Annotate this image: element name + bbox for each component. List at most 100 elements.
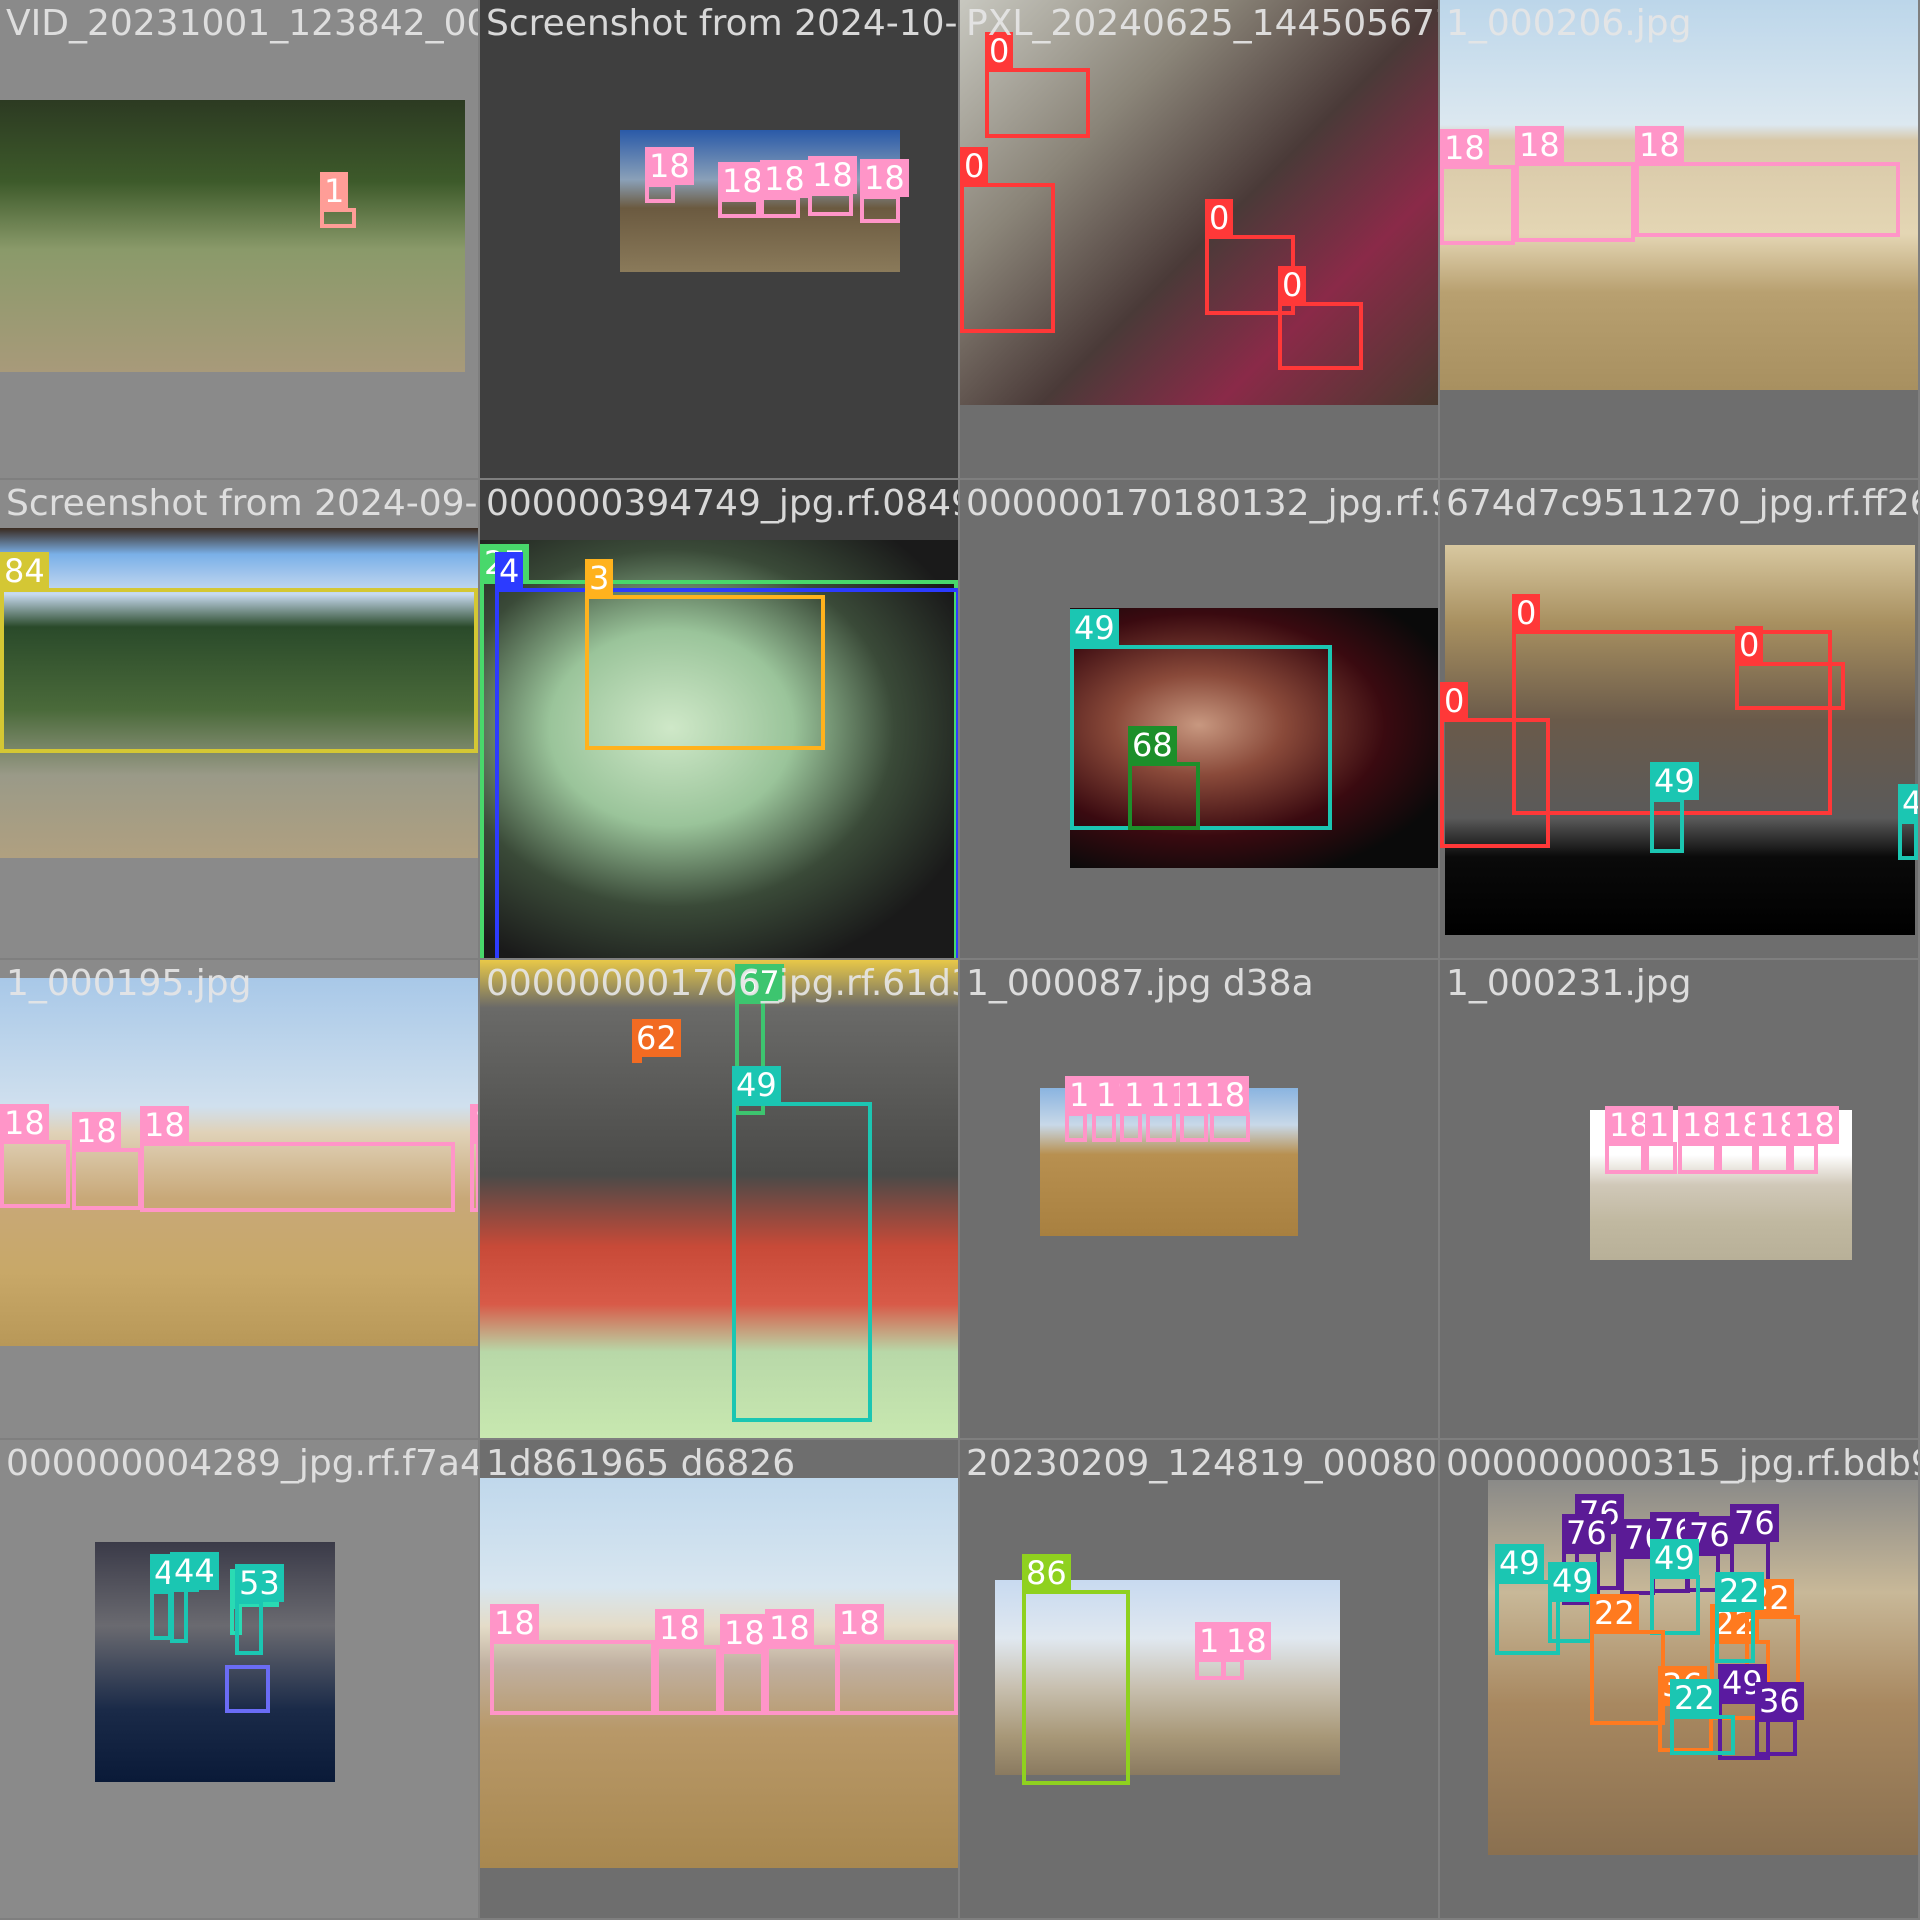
mosaic-tile[interactable]: 111111181181_000087.jpg d38a [960, 960, 1440, 1440]
detection-box: 68 [1128, 726, 1200, 830]
detection-box: 18 [72, 1112, 142, 1210]
detection-box: 18 [760, 160, 809, 218]
mosaic-tile[interactable]: 18 18 18 18 18 1d861965 d6826 [480, 1440, 960, 1920]
class-label: 4 [495, 552, 524, 590]
class-label: 49 [1650, 762, 1699, 800]
detection-box: 1 [320, 172, 356, 228]
tile-filename: 000000170180132_jpg.rf.9fbcdb [966, 483, 1438, 524]
tile-filename: 1d861965 d6826 [486, 1443, 796, 1484]
tile-filename: 000000394749_jpg.rf.0849 [486, 483, 960, 524]
class-label: 62 [632, 1019, 681, 1057]
detection-box: 18 [1718, 1106, 1767, 1174]
class-label: 18 [720, 1614, 769, 1652]
mosaic-tile[interactable]: 18 18 18 18 18 Screenshot from 2024-10-11 [480, 0, 960, 480]
class-label: 18 [1222, 1622, 1271, 1660]
detection-box: 1 [1195, 1622, 1225, 1680]
detection-box: 118 [1180, 1076, 1250, 1142]
detection-box: 3 [585, 559, 825, 750]
tile-filename: 1_000195.jpg [6, 963, 252, 1004]
class-label: 18 [765, 1609, 814, 1647]
detection-box: 49 [1650, 1539, 1700, 1635]
class-label: 1 [320, 172, 349, 210]
detection-box: 11 [1065, 1076, 1114, 1142]
mosaic-tile[interactable]: 676249000000001706_jpg.rf.61d352 [480, 960, 960, 1440]
detection-box: 1 [1645, 1106, 1677, 1174]
mosaic-tile[interactable]: 2743000000394749_jpg.rf.0849 [480, 480, 960, 960]
class-label: 76 [1730, 1504, 1779, 1542]
detection-box: 18 [765, 1609, 840, 1715]
class-label: 18 [760, 160, 809, 198]
class-label: 18 [808, 156, 857, 194]
mosaic-tile[interactable]: 49 68 000000170180132_jpg.rf.9fbcdb [960, 480, 1440, 960]
detection-box: 49 [732, 1066, 872, 1422]
detection-box: 0 [985, 32, 1090, 138]
detection-box: 1 [1120, 1076, 1149, 1142]
class-label: 18 [645, 147, 694, 185]
mosaic-tile[interactable]: 86 118 20230209_124819_000803.jpg [960, 1440, 1440, 1920]
mosaic-tile[interactable]: 1 VID_20231001_123842_000033.jpg [0, 0, 480, 480]
mosaic-tile[interactable]: 49444953000000004289_jpg.rf.f7a4bc [0, 1440, 480, 1920]
detection-box: 18 [1440, 129, 1515, 245]
class-label: 36 [1755, 1682, 1804, 1720]
detection-box: 18 [655, 1609, 720, 1715]
detection-box: 18 [1755, 1106, 1804, 1174]
class-label: 18 [860, 159, 909, 197]
mosaic-tile[interactable]: 18 18 18 18 1_000195.jpg [0, 960, 480, 1440]
class-label: 4 [1898, 784, 1918, 822]
class-label: 18 [490, 1604, 539, 1642]
class-label: 18 [1790, 1106, 1839, 1144]
tile-filename: 1_000231.jpg [1446, 963, 1692, 1004]
class-label: 0 [1205, 199, 1234, 237]
tile-filename: 000000001706_jpg.rf.61d352 [486, 963, 958, 1004]
class-label: 18 [1635, 126, 1684, 164]
class-label: 18 [1515, 126, 1564, 164]
class-label: 0 [1735, 626, 1764, 664]
class-label: 22 [1670, 1679, 1719, 1717]
detection-box: 36 [1755, 1682, 1804, 1756]
tile-filename: 1_000206.jpg [1446, 3, 1692, 44]
mosaic-tile[interactable]: 18 18 18 1_000206.jpg [1440, 0, 1920, 480]
tile-filename: Screenshot from 2024-09-26 [6, 483, 480, 524]
class-label: 18 [0, 1104, 49, 1142]
class-label: 18 [72, 1112, 121, 1150]
class-label: 84 [0, 552, 49, 590]
detection-box: 44 [170, 1552, 219, 1643]
detection-box: 49 [1650, 762, 1699, 853]
detection-box: 18 [645, 147, 694, 203]
detection-box: 22 [1590, 1594, 1665, 1725]
detection-box: 18 [1515, 126, 1635, 242]
detection-box: 18 [860, 159, 909, 223]
tile-filename: 674d7c9511270_jpg.rf.ff2639 [1446, 483, 1918, 524]
mosaic-tile[interactable]: 0 0 0 49 4 674d7c9511270_jpg.rf.ff2639 [1440, 480, 1920, 960]
detection-box: 11 [1092, 1076, 1141, 1142]
tile-filename: Screenshot from 2024-10-11 [486, 3, 960, 44]
detection-box: 0 [960, 147, 1055, 333]
class-label: 118 [1180, 1076, 1250, 1114]
class-label: 53 [235, 1564, 284, 1602]
mosaic-tile[interactable]: 7676767676764949492222222249363622000000… [1440, 1440, 1920, 1920]
class-label: 18 [655, 1609, 704, 1647]
class-label: 1 [1195, 1622, 1224, 1660]
mosaic-tile[interactable]: 18 1 18 18 18 18 1_000231.jpg [1440, 960, 1920, 1440]
tile-filename: VID_20231001_123842_000033.jpg [6, 3, 480, 44]
tile-photo [480, 960, 958, 1438]
class-label: 0 [1440, 682, 1469, 720]
class-label: 0 [1512, 594, 1541, 632]
class-label: 49 [1070, 609, 1119, 647]
mosaic-tile[interactable]: 0000PXL_20240625_144505677.jpg [960, 0, 1440, 480]
class-label: 68 [1128, 726, 1177, 764]
class-label: 18 [835, 1604, 884, 1642]
mosaic-tile[interactable]: 84 Screenshot from 2024-09-26 [0, 480, 480, 960]
detection-box: 22 [1715, 1572, 1764, 1663]
class-label: 18 [1440, 129, 1489, 167]
class-label: 1 [1645, 1106, 1674, 1144]
detection-box: 18 [140, 1106, 455, 1212]
detection-box: 18 [490, 1604, 655, 1715]
class-label: 49 [732, 1066, 781, 1104]
detection-box [225, 1665, 270, 1713]
class-label: 18 [470, 1104, 478, 1142]
detection-box: 18 [835, 1604, 958, 1715]
tile-filename: 1_000087.jpg d38a [966, 963, 1314, 1004]
detection-box: 62 [632, 1019, 681, 1063]
tile-filename: 20230209_124819_000803.jpg [966, 1443, 1438, 1484]
